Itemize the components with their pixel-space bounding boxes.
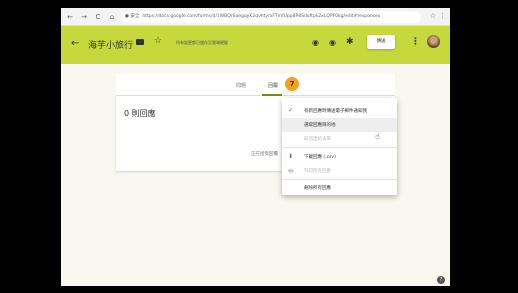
checkmark-icon: ✓ <box>288 107 294 114</box>
responses-options-menu: ✓ 有新回應時傳送電子郵件通知我 選取回應目的地 取消連結表單 ⬇ 下載回應 (… <box>282 98 397 195</box>
print-icon: 🖶 <box>288 168 294 175</box>
avatar[interactable] <box>427 35 440 48</box>
back-icon[interactable]: ← <box>71 38 79 49</box>
menu-item-label: 有新回應時傳送電子郵件通知我 <box>304 109 367 114</box>
menu-item-label: 取消連結表單 <box>304 137 331 142</box>
forms-header: ← 海芋小旅行 ☆ 所有變更都已儲存至雲端硬碟 ◉ ◉ ✱ 傳送 ⋮ <box>61 26 450 64</box>
responses-summary-title: 0 則回應 <box>124 109 156 118</box>
more-vert-icon[interactable]: ⋮ <box>411 37 420 47</box>
home-icon[interactable]: ⌂ <box>107 12 117 22</box>
browser-window: ← → C ⌂ ● 安全 https://docs.google.com/form… <box>61 8 450 286</box>
send-button[interactable]: 傳送 <box>367 35 395 49</box>
reload-icon[interactable]: C <box>93 12 103 22</box>
back-arrow-icon[interactable]: ← <box>65 12 75 22</box>
browser-toolbar: ← → C ⌂ ● 安全 https://docs.google.com/form… <box>61 8 450 26</box>
form-title[interactable]: 海芋小旅行 <box>88 38 133 51</box>
star-icon[interactable]: ☆ <box>154 36 162 46</box>
menu-item-select-destination[interactable]: 選取回應目的地 <box>282 118 397 132</box>
responses-count-badge: 7 <box>285 77 299 91</box>
tab-questions[interactable]: 問題 <box>236 82 246 89</box>
gear-icon[interactable]: ✱ <box>346 37 354 47</box>
menu-item-label: 下載回應 (.csv) <box>304 155 336 160</box>
menu-item-download-csv[interactable]: ⬇ 下載回應 (.csv) <box>282 150 397 164</box>
folder-icon[interactable] <box>136 39 144 45</box>
tabs-card: 問題 回覆 7 <box>116 74 395 96</box>
menu-item-delete-all[interactable]: 刪除所有回應 <box>282 181 397 195</box>
menu-item-label: 列印所有回應 <box>304 169 331 174</box>
download-icon: ⬇ <box>288 153 294 160</box>
security-indicator: ● 安全 <box>125 13 140 19</box>
menu-item-print-responses[interactable]: 🖶 列印所有回應 <box>282 164 397 178</box>
hand-cursor-icon: ☝ <box>375 132 380 141</box>
preview-eye-icon[interactable]: ◉ <box>329 38 336 47</box>
browser-menu-icon[interactable]: ⋮ <box>439 12 446 20</box>
menu-item-label: 選取回應目的地 <box>304 123 336 128</box>
menu-item-email-notify[interactable]: ✓ 有新回應時傳送電子郵件通知我 <box>282 104 397 118</box>
bookmark-star-icon[interactable]: ☆ <box>430 12 436 20</box>
help-icon[interactable]: ? <box>437 276 445 284</box>
saved-status: 所有變更都已儲存至雲端硬碟 <box>176 40 228 45</box>
screen: ← → C ⌂ ● 安全 https://docs.google.com/form… <box>0 0 518 293</box>
tab-responses[interactable]: 回覆 <box>268 82 278 89</box>
forward-arrow-icon[interactable]: → <box>79 12 89 22</box>
url-text: https://docs.google.com/forms/d/1WBQrSae… <box>142 13 381 19</box>
menu-divider <box>282 147 397 148</box>
menu-divider <box>282 179 397 180</box>
menu-item-label: 刪除所有回應 <box>304 186 331 191</box>
palette-icon[interactable]: ◉ <box>312 38 319 47</box>
address-bar[interactable]: ● 安全 https://docs.google.com/forms/d/1WBQ… <box>121 10 421 23</box>
accepting-responses-label: 正在接受回覆 <box>251 152 278 157</box>
